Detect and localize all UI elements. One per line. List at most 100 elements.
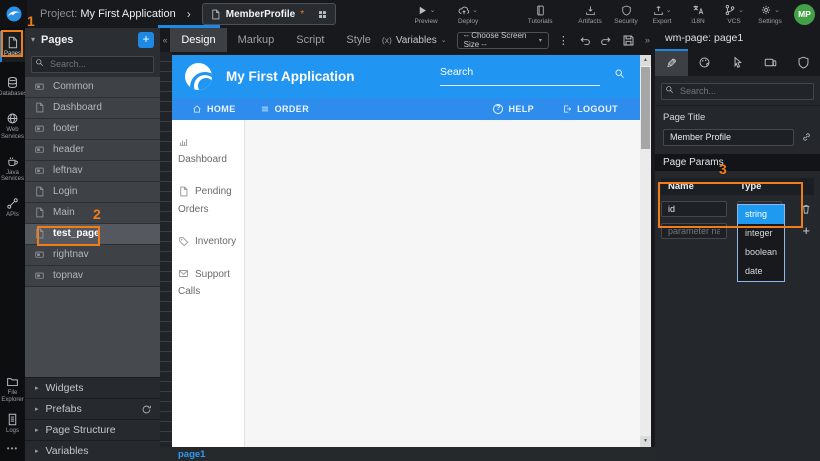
canvas-ruler	[160, 52, 172, 447]
params-table-header: Name Type	[661, 178, 814, 195]
tab-properties[interactable]: ✎	[655, 49, 688, 76]
tab-events[interactable]	[721, 49, 754, 76]
nav-item-support-calls[interactable]: Support Calls	[178, 266, 242, 301]
rail-more-button[interactable]: •••	[0, 439, 25, 457]
tab-style[interactable]: Style	[335, 28, 381, 52]
tab-devices[interactable]	[754, 49, 787, 76]
app-content-area[interactable]	[245, 120, 640, 447]
canvas-area: « Design Markup Script Style (x) Variabl…	[160, 28, 655, 461]
tutorials-button[interactable]: Tutorials	[522, 4, 558, 25]
type-option-string[interactable]: string	[738, 205, 784, 224]
refresh-icon[interactable]	[141, 404, 152, 415]
more-dots-icon: •••	[7, 444, 18, 453]
annotation-step-2: 2	[93, 206, 101, 222]
canvas-scrollbar[interactable]: ▲ ▼	[640, 55, 651, 447]
deploy-button[interactable]: ⌄ Deploy	[450, 4, 486, 25]
variables-dropdown[interactable]: (x) Variables ⌄	[382, 35, 447, 46]
nav-item-pending-orders[interactable]: Pending Orders	[178, 183, 242, 218]
page-icon	[34, 186, 45, 197]
expand-caret-icon: ▸	[35, 405, 39, 413]
rail-item-logs[interactable]: Logs	[0, 408, 25, 439]
vcs-button[interactable]: ⌄ VCS	[716, 4, 752, 25]
artifacts-button[interactable]: Artifacts	[572, 4, 608, 25]
page-title-input[interactable]	[663, 129, 794, 146]
undo-button[interactable]	[578, 34, 591, 47]
app-search-input[interactable]: Search	[440, 66, 600, 86]
tab-design[interactable]: Design	[170, 28, 226, 52]
page-item-test-page[interactable]: test_page	[25, 224, 160, 244]
nav-item-inventory[interactable]: Inventory	[178, 233, 242, 251]
partial-page-icon	[34, 123, 45, 134]
hamburger-icon	[260, 104, 270, 114]
security-button[interactable]: Security	[608, 4, 644, 25]
add-param-button[interactable]: +	[802, 223, 810, 238]
type-option-integer[interactable]: integer	[738, 224, 784, 243]
tab-script[interactable]: Script	[285, 28, 335, 52]
file-tab-memberprofile[interactable]: MemberProfile *	[202, 3, 336, 25]
redo-button[interactable]	[600, 34, 613, 47]
rail-item-databases[interactable]: Databases	[0, 71, 25, 102]
caret-down-icon: ▾	[539, 37, 542, 44]
menu-logout[interactable]: LOGOUT	[562, 104, 618, 114]
more-options-icon[interactable]: ⋮	[558, 34, 569, 47]
page-item-topnav[interactable]: topnav	[25, 266, 160, 286]
properties-search-input[interactable]	[661, 83, 814, 100]
pages-search-input[interactable]	[31, 56, 154, 73]
i18n-button[interactable]: i18N	[680, 4, 716, 25]
rail-item-apis[interactable]: APIs	[0, 192, 25, 223]
bind-link-icon[interactable]	[801, 131, 812, 143]
wavemaker-logo[interactable]	[0, 0, 27, 28]
section-widgets[interactable]: ▸Widgets	[25, 377, 160, 398]
canvas-toolbar: « Design Markup Script Style (x) Variabl…	[160, 28, 655, 52]
expand-right-icon[interactable]: »	[642, 35, 653, 45]
properties-tabs: ✎	[655, 49, 820, 76]
page-item-footer[interactable]: footer	[25, 119, 160, 139]
export-button[interactable]: ⌄ i18N Export	[644, 4, 680, 25]
page-item-dashboard[interactable]: Dashboard	[25, 98, 160, 118]
design-canvas[interactable]: My First Application Search HOME ORDER ?…	[172, 55, 640, 447]
delete-param-button[interactable]	[800, 203, 812, 215]
save-button[interactable]	[622, 34, 635, 47]
collapse-caret-icon[interactable]: ▾	[31, 35, 35, 44]
settings-button[interactable]: ⌄ Settings	[752, 4, 788, 25]
tab-markup[interactable]: Markup	[227, 28, 286, 52]
type-option-boolean[interactable]: boolean	[738, 243, 784, 262]
preview-button[interactable]: ⌄ Preview	[408, 4, 444, 25]
properties-search	[655, 76, 820, 106]
dashboard-grid-icon[interactable]	[317, 9, 328, 20]
page-item-leftnav[interactable]: leftnav	[25, 161, 160, 181]
section-page-structure[interactable]: ▸Page Structure	[25, 419, 160, 440]
active-file-indicator	[158, 25, 220, 28]
collapse-left-icon[interactable]: «	[160, 35, 170, 45]
page-item-rightnav[interactable]: rightnav	[25, 245, 160, 265]
page-item-header[interactable]: header	[25, 140, 160, 160]
section-prefabs[interactable]: ▸Prefabs	[25, 398, 160, 419]
add-page-button[interactable]: +	[138, 32, 154, 48]
page-params-section-header[interactable]: Page Params	[655, 154, 820, 171]
param-name-input[interactable]	[661, 201, 727, 217]
scrollbar-thumb[interactable]	[641, 67, 650, 149]
rail-item-web-services[interactable]: Web Services	[0, 107, 25, 145]
rail-item-file-explorer[interactable]: File Explorer	[0, 370, 25, 408]
search-icon[interactable]	[614, 68, 625, 79]
scroll-down-icon[interactable]: ▼	[640, 436, 651, 447]
screen-size-select[interactable]: -- Choose Screen Size -- ▾	[457, 32, 549, 49]
globe-icon	[6, 112, 19, 125]
rail-item-pages[interactable]: Pages	[0, 31, 25, 62]
menu-home[interactable]: HOME	[192, 104, 236, 114]
tab-styles[interactable]	[688, 49, 721, 76]
status-page-tab[interactable]: page1	[178, 449, 205, 460]
type-option-date[interactable]: date	[738, 262, 784, 281]
page-icon	[34, 102, 45, 113]
user-avatar[interactable]: MP	[794, 4, 815, 25]
scroll-up-icon[interactable]: ▲	[640, 55, 651, 66]
menu-order[interactable]: ORDER	[260, 104, 310, 114]
page-item-login[interactable]: Login	[25, 182, 160, 202]
section-variables[interactable]: ▸Variables	[25, 440, 160, 461]
new-param-name-input[interactable]	[661, 223, 727, 239]
tab-security[interactable]	[787, 49, 820, 76]
nav-item-dashboard[interactable]: Dashboard	[178, 133, 242, 168]
menu-help[interactable]: ? HELP	[493, 104, 534, 114]
rail-item-java-services[interactable]: Java Services	[0, 150, 25, 188]
page-item-common[interactable]: Common	[25, 77, 160, 97]
